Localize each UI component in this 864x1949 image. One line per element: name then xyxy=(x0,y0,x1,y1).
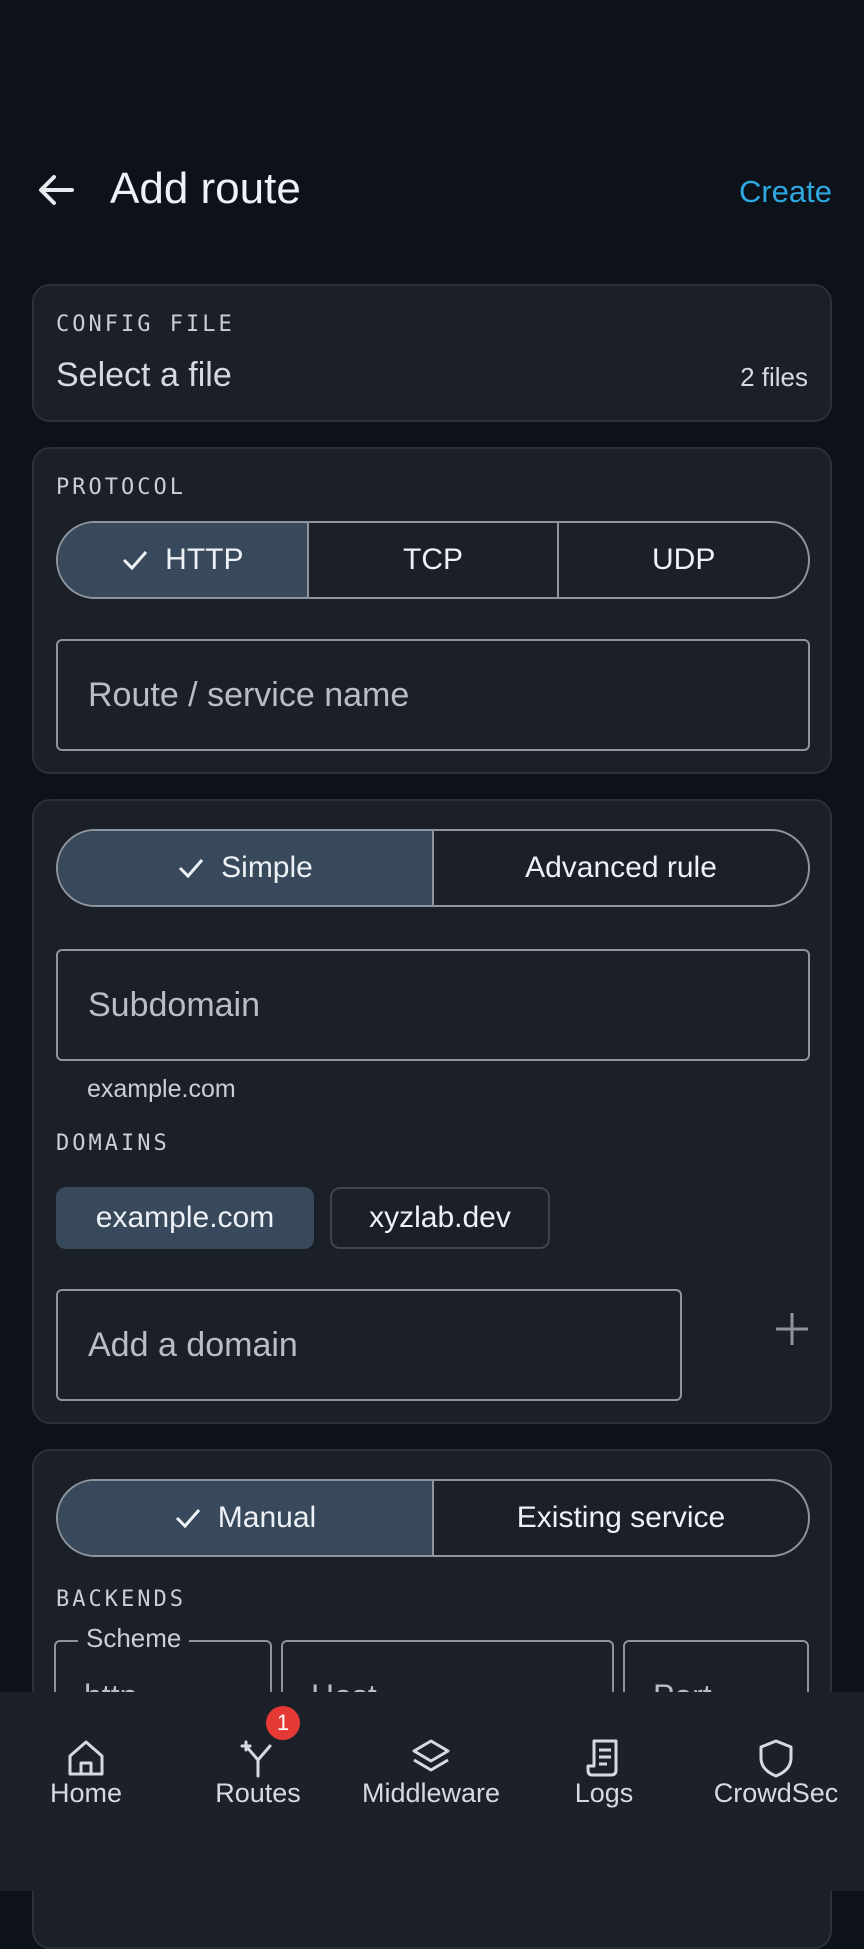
nav-home-label: Home xyxy=(49,1778,123,1808)
rule-mode-simple-label: Simple xyxy=(221,851,313,884)
page-title: Add route xyxy=(110,164,301,213)
protocol-label: PROTOCOL xyxy=(56,475,186,500)
nav-logs[interactable]: Logs xyxy=(518,1692,690,1832)
config-file-select[interactable]: Select a file xyxy=(56,356,232,395)
config-file-label: CONFIG FILE xyxy=(56,312,235,337)
domain-chip[interactable]: xyzlab.dev xyxy=(330,1187,550,1249)
routes-badge: 1 xyxy=(266,1706,300,1740)
service-mode-manual-label: Manual xyxy=(217,1501,317,1534)
add-domain-input[interactable]: Add a domain xyxy=(56,1289,682,1401)
domain-chip[interactable]: example.com xyxy=(56,1187,314,1249)
service-mode-toggle: Manual Existing service xyxy=(56,1479,810,1557)
check-icon xyxy=(175,1509,200,1529)
protocol-toggle: HTTP TCP UDP xyxy=(56,521,810,599)
nav-routes-label: Routes xyxy=(215,1778,301,1808)
protocol-tcp[interactable]: TCP xyxy=(306,523,558,597)
check-icon xyxy=(123,551,148,571)
nav-home[interactable]: Home xyxy=(0,1692,172,1832)
routes-icon xyxy=(240,1740,272,1778)
subdomain-input[interactable]: Subdomain xyxy=(56,949,810,1061)
protocol-card: PROTOCOL HTTP TCP UDP Route / service na… xyxy=(32,447,832,774)
bottom-navigation: Home 1 Routes Middleware Logs CrowdSec xyxy=(0,1692,864,1891)
subdomain-hint: example.com xyxy=(87,1075,236,1103)
home-icon xyxy=(68,1740,104,1776)
nav-middleware-label: Middleware xyxy=(361,1778,501,1808)
app-header: Add route Create xyxy=(0,150,864,230)
nav-crowdsec-label: CrowdSec xyxy=(713,1778,839,1808)
nav-crowdsec[interactable]: CrowdSec xyxy=(690,1692,862,1832)
protocol-udp[interactable]: UDP xyxy=(557,523,808,597)
backends-label: BACKENDS xyxy=(56,1587,186,1612)
nav-middleware[interactable]: Middleware xyxy=(345,1692,517,1832)
check-icon xyxy=(179,859,204,879)
protocol-http-label: HTTP xyxy=(165,543,244,576)
back-arrow-icon[interactable] xyxy=(36,172,76,208)
rule-mode-toggle: Simple Advanced rule xyxy=(56,829,810,907)
rule-card: Simple Advanced rule Subdomain example.c… xyxy=(32,799,832,1424)
service-mode-existing[interactable]: Existing service xyxy=(432,1481,808,1555)
protocol-http[interactable]: HTTP xyxy=(58,523,307,597)
nav-routes[interactable]: 1 Routes xyxy=(172,1692,344,1832)
logs-icon xyxy=(586,1739,618,1777)
create-button[interactable]: Create xyxy=(739,174,832,210)
add-domain-plus-icon[interactable] xyxy=(772,1309,812,1349)
service-mode-manual[interactable]: Manual xyxy=(58,1481,432,1555)
domains-label: DOMAINS xyxy=(56,1131,170,1156)
route-name-input[interactable]: Route / service name xyxy=(56,639,810,751)
rule-mode-advanced[interactable]: Advanced rule xyxy=(432,831,808,905)
shield-icon xyxy=(759,1739,793,1778)
scheme-label: Scheme xyxy=(78,1623,190,1654)
config-file-card[interactable]: CONFIG FILE Select a file 2 files xyxy=(32,284,832,422)
layers-icon xyxy=(412,1739,450,1772)
rule-mode-simple[interactable]: Simple xyxy=(58,831,432,905)
config-file-count: 2 files xyxy=(740,362,808,392)
nav-logs-label: Logs xyxy=(574,1778,634,1808)
